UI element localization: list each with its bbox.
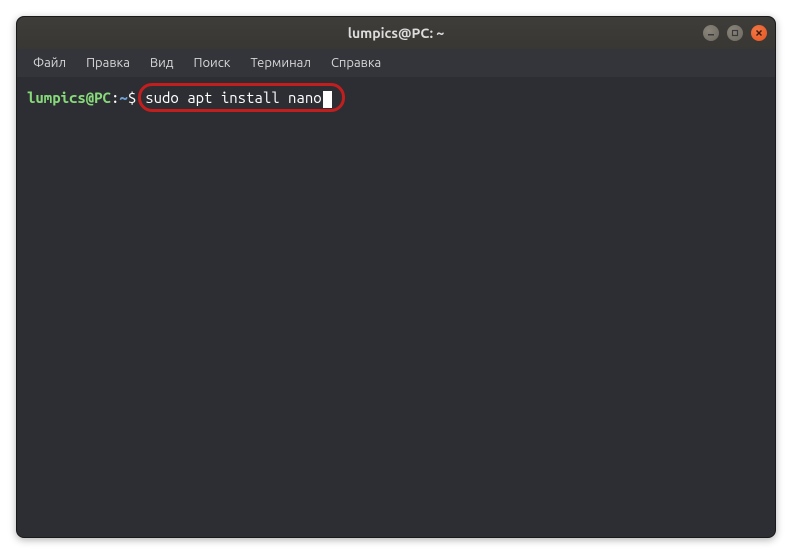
title-bar: lumpics@PC: ~: [17, 17, 775, 49]
prompt-user: lumpics@PC: [27, 87, 111, 108]
close-button[interactable]: [751, 25, 767, 41]
command-text: sudo apt install nano: [145, 89, 321, 106]
prompt-line: lumpics@PC:~$ sudo apt install nano: [27, 83, 765, 112]
menu-view[interactable]: Вид: [142, 53, 182, 73]
menu-search[interactable]: Поиск: [185, 53, 238, 73]
menu-bar: Файл Правка Вид Поиск Терминал Справка: [17, 49, 775, 77]
window-controls: [703, 25, 767, 41]
prompt-colon: :: [111, 87, 119, 108]
command-highlight: sudo apt install nano: [138, 83, 344, 112]
maximize-button[interactable]: [727, 25, 743, 41]
cursor: [323, 91, 332, 108]
terminal-window: lumpics@PC: ~ Файл Правка Вид: [16, 16, 776, 538]
menu-edit[interactable]: Правка: [78, 53, 138, 73]
window-title: lumpics@PC: ~: [348, 25, 445, 41]
prompt-path: ~: [119, 87, 127, 108]
minimize-icon: [707, 29, 715, 37]
minimize-button[interactable]: [703, 25, 719, 41]
maximize-icon: [731, 29, 739, 37]
menu-file[interactable]: Файл: [25, 53, 74, 73]
menu-terminal[interactable]: Терминал: [242, 53, 318, 73]
close-icon: [755, 29, 763, 37]
menu-help[interactable]: Справка: [323, 53, 389, 73]
prompt-dollar: $: [128, 87, 136, 108]
terminal-content[interactable]: lumpics@PC:~$ sudo apt install nano: [17, 77, 775, 118]
